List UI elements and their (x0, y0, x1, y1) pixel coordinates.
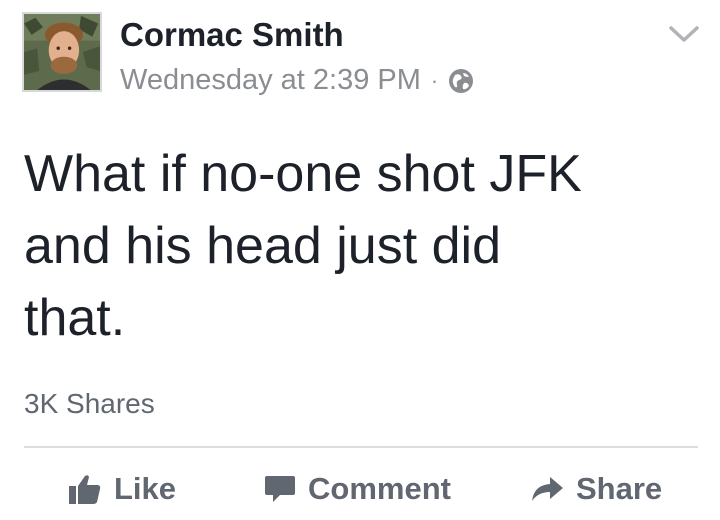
avatar[interactable] (22, 12, 102, 92)
post-text: What if no-one shot JFK and his head jus… (24, 138, 704, 354)
share-label: Share (576, 471, 663, 506)
comment-label: Comment (308, 471, 451, 506)
thumbs-up-icon (69, 475, 101, 504)
chevron-down-icon[interactable] (666, 22, 702, 46)
post-text-line: that. (24, 289, 126, 347)
author-name[interactable]: Cormac Smith (120, 16, 344, 54)
share-button[interactable]: Share (530, 466, 662, 512)
speech-bubble-icon (265, 476, 295, 502)
like-button[interactable]: Like (68, 466, 176, 512)
avatar-photo (24, 14, 100, 90)
like-label: Like (114, 471, 177, 506)
comment-button[interactable]: Comment (264, 466, 451, 512)
facebook-post: Cormac Smith Wednesday at 2:39 PM · What… (0, 0, 720, 520)
post-meta: Wednesday at 2:39 PM · (120, 64, 474, 97)
meta-separator: · (430, 67, 439, 93)
divider (24, 446, 698, 448)
share-arrow-icon (532, 477, 563, 501)
globe-icon[interactable] (448, 68, 474, 94)
post-text-line: What if no-one shot JFK (24, 145, 582, 203)
post-text-line: and his head just did (24, 217, 502, 275)
share-count[interactable]: 3K Shares (24, 388, 155, 420)
post-timestamp[interactable]: Wednesday at 2:39 PM (120, 64, 421, 97)
